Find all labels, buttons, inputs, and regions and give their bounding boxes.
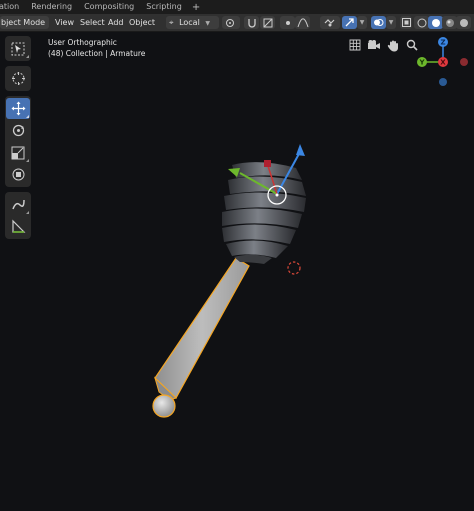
add-workspace-button[interactable]: + [188,2,204,13]
scale-icon [11,146,25,159]
workspace-tabs: ation Rendering Compositing Scripting + [0,0,474,14]
menu-object[interactable]: Object [126,16,158,29]
rotate-icon [12,124,24,137]
tab-animation[interactable]: ation [0,0,25,14]
annotate-tool[interactable] [6,194,30,215]
overlay-dropdown-icon[interactable]: ▼ [386,16,396,29]
mode-label: bject Mode [1,18,46,27]
move-icon [11,101,25,116]
select-box-tool[interactable] [6,38,30,59]
bone-tail-joint[interactable] [152,394,176,418]
proportional-editing-icon[interactable] [280,16,295,29]
tab-compositing[interactable]: Compositing [78,0,140,14]
navigation-gizmo[interactable]: Z Y X [410,32,474,90]
menu-select[interactable]: Select [77,16,108,29]
select-box-icon [11,42,25,55]
menu-add[interactable]: Add [105,16,127,29]
chevron-down-icon: ▼ [205,20,210,27]
gizmo-toggle-icon[interactable] [342,16,357,29]
pivot-point-icon[interactable] [222,16,240,29]
svg-text:Z: Z [440,39,445,47]
cursor-icon [11,72,25,85]
pan-hand-icon[interactable] [385,37,401,53]
snap-target-icon[interactable] [260,16,275,29]
rendered-shading-icon[interactable] [456,16,471,29]
orientation-icon: ⌖ [169,18,174,27]
z-axis-arrow-icon [296,144,305,156]
annotate-icon [11,199,25,210]
view-name: User Orthographic [48,38,117,47]
measure-tool[interactable] [6,216,30,237]
tool-shelf [5,36,31,244]
spring-mesh[interactable] [222,162,306,264]
xray-icon[interactable] [400,16,412,29]
mode-dropdown[interactable]: bject Mode [0,16,49,29]
falloff-icon[interactable] [295,16,310,29]
x-plane-handle-icon [264,160,271,167]
overlay-toggle-icon[interactable] [371,16,386,29]
viewport-header: bject Mode View Select Add Object ⌖ Loca… [0,14,474,32]
transform-tool[interactable] [6,164,30,185]
scale-tool[interactable] [6,142,30,163]
cursor-tool[interactable] [6,68,30,89]
rotate-tool[interactable] [6,120,30,141]
move-tool[interactable] [6,98,30,119]
transform-icon [12,168,24,181]
3d-cursor-icon [287,261,301,275]
toggle-camera-grid-icon[interactable] [347,37,363,53]
orientation-label: Local [179,18,200,27]
neg-z-axis-icon [439,78,447,86]
material-shading-icon[interactable] [442,16,457,29]
armature-bone[interactable] [152,257,250,418]
svg-text:X: X [440,59,446,67]
solid-shading-icon[interactable] [428,16,443,29]
wireframe-shading-icon[interactable] [414,16,429,29]
neg-x-axis-icon [460,58,468,66]
collection-info: (48) Collection | Armature [48,49,146,58]
svg-text:Y: Y [418,59,425,67]
camera-view-icon[interactable] [366,37,382,53]
visibility-icon[interactable] [320,16,340,29]
tab-rendering[interactable]: Rendering [25,0,78,14]
tab-scripting[interactable]: Scripting [140,0,188,14]
transform-orientation-dropdown[interactable]: ⌖ Local ▼ [166,16,219,29]
menu-view[interactable]: View [52,16,77,29]
viewport-canvas[interactable] [0,32,474,511]
measure-icon [11,219,25,233]
gizmo-dropdown-icon[interactable]: ▼ [357,16,367,29]
snap-icon[interactable] [244,16,259,29]
